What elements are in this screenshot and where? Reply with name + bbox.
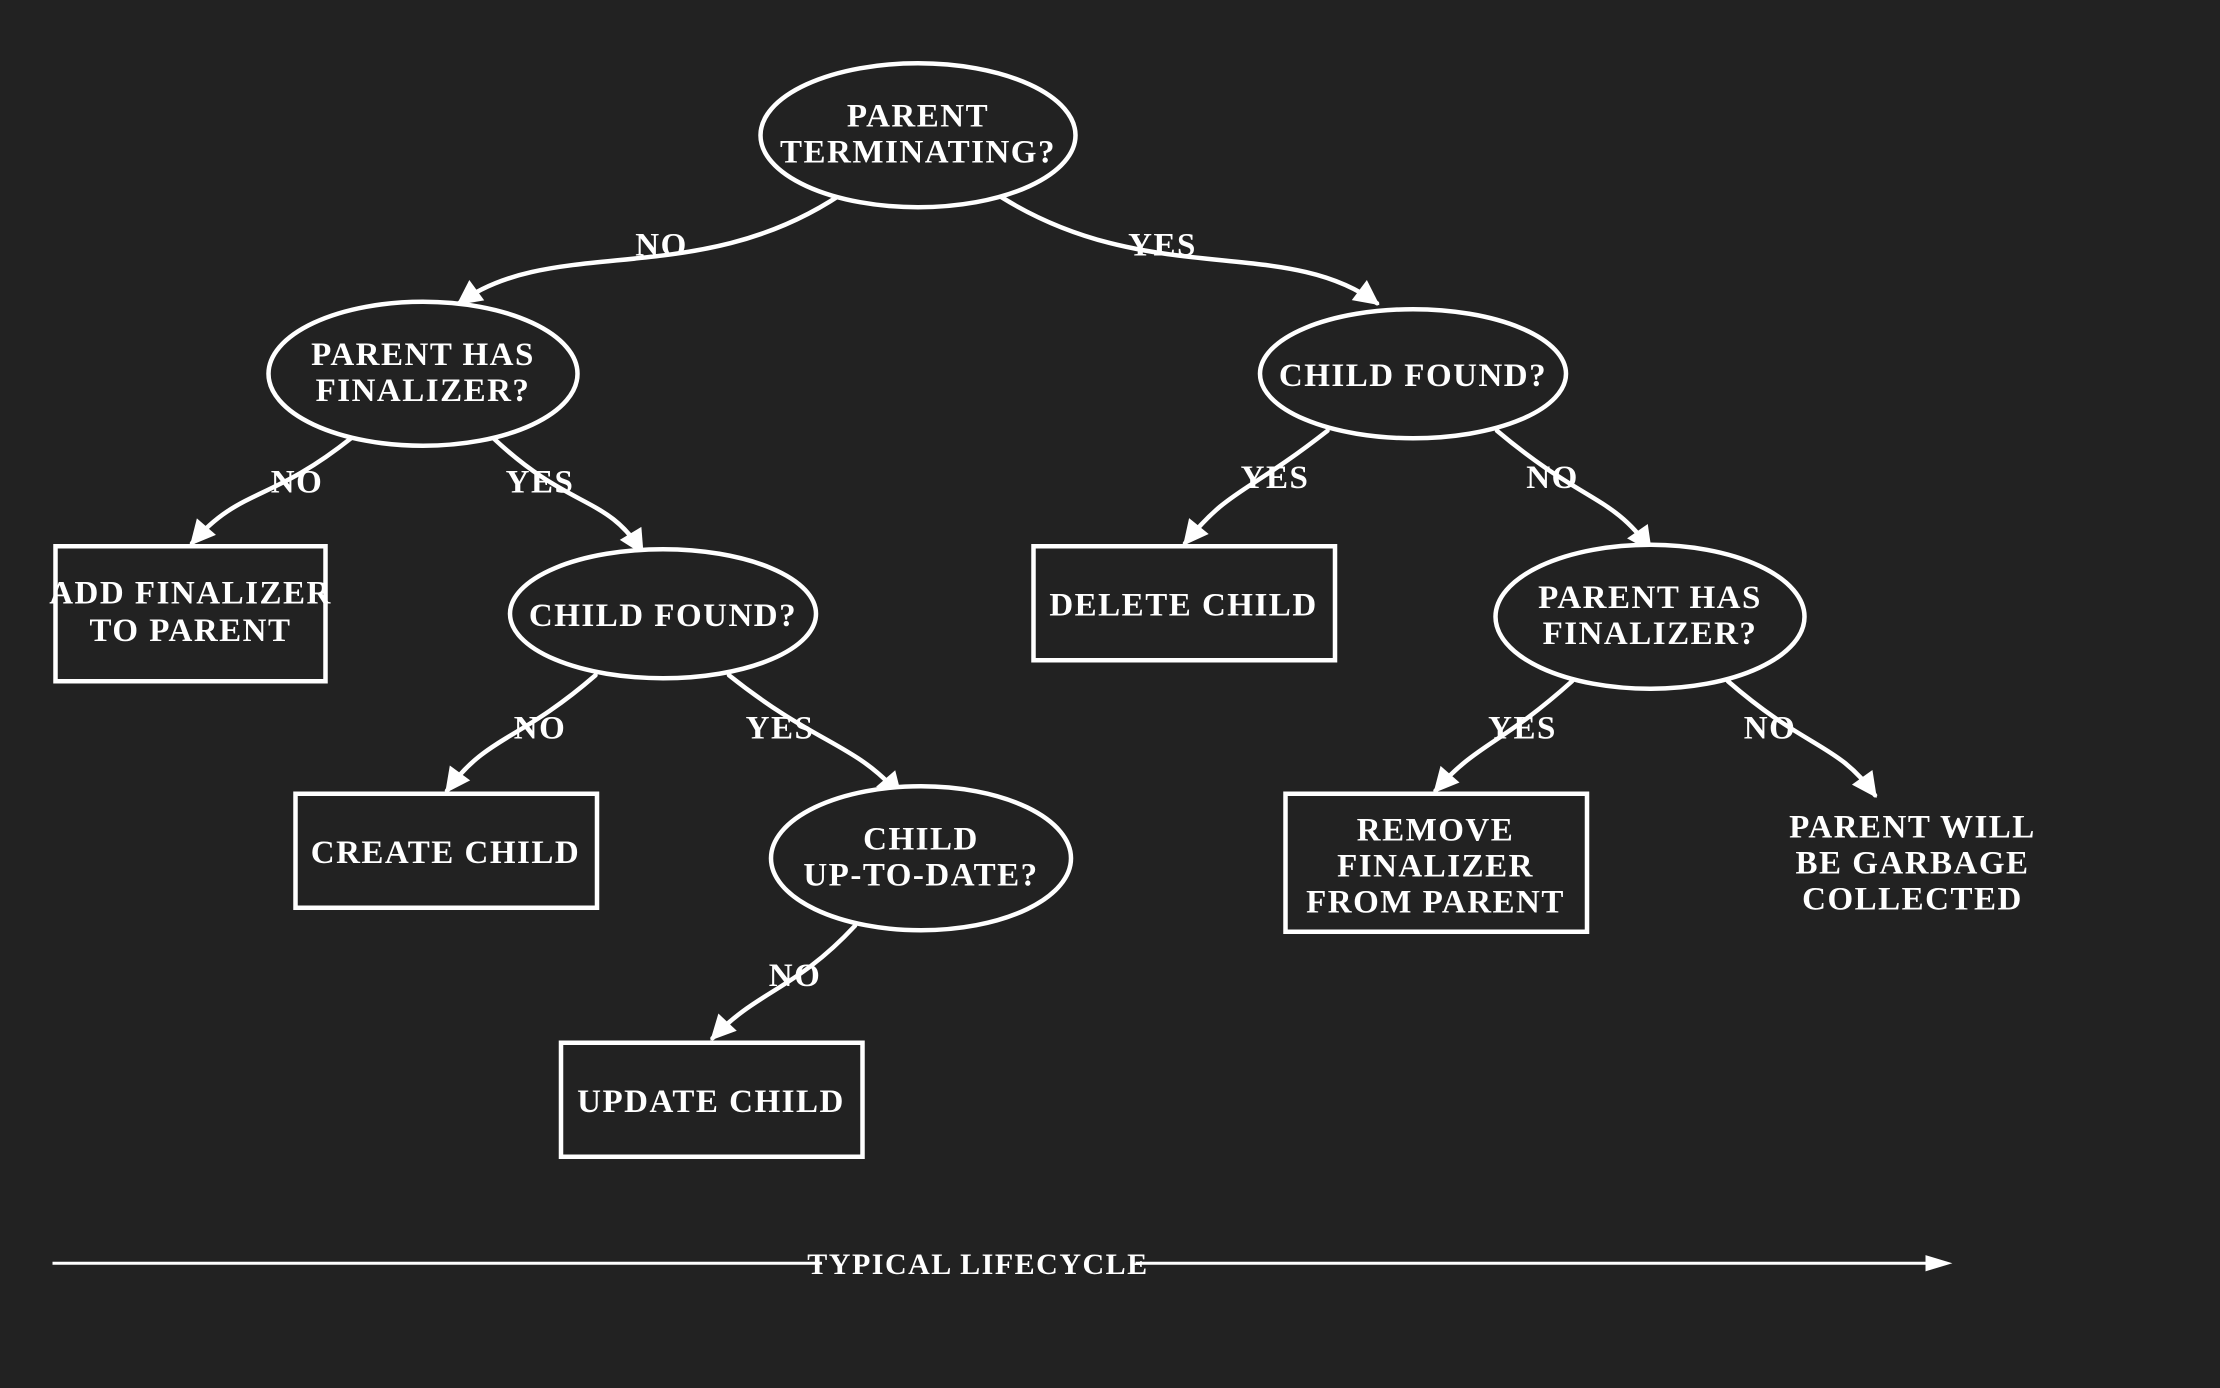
edge-root-left-label: NO — [635, 227, 688, 263]
svg-text:TO PARENT: TO PARENT — [89, 613, 291, 649]
svg-text:DELETE CHILD: DELETE CHILD — [1049, 587, 1317, 623]
edge-rfound-left-label: YES — [1241, 460, 1310, 496]
svg-text:REMOVE: REMOVE — [1357, 812, 1515, 848]
svg-text:PARENT: PARENT — [847, 98, 989, 134]
process-create-child: CREATE CHILD — [296, 794, 598, 908]
decision-parent-has-finalizer-right: PARENT HAS FINALIZER? — [1496, 545, 1805, 689]
edge-rfin-left-label: YES — [1488, 710, 1557, 746]
svg-text:CHILD FOUND?: CHILD FOUND? — [529, 598, 797, 634]
edge-rfound-right-label: NO — [1526, 460, 1579, 496]
lifecycle-flowchart: NO YES NO YES YES NO NO YES YES NO NO PA… — [0, 0, 2220, 1388]
process-remove-finalizer: REMOVE FINALIZER FROM PARENT — [1286, 794, 1588, 932]
edge-lfound-left-label: NO — [514, 710, 567, 746]
svg-text:PARENT WILL: PARENT WILL — [1789, 809, 2036, 845]
svg-text:FINALIZER?: FINALIZER? — [316, 373, 531, 409]
edge-lfin-left-label: NO — [271, 464, 324, 500]
edge-lfin-right-label: YES — [506, 464, 575, 500]
decision-child-found-right: CHILD FOUND? — [1260, 309, 1566, 438]
svg-text:UPDATE CHILD: UPDATE CHILD — [577, 1084, 845, 1120]
edge-lutd-left-label: NO — [769, 958, 822, 994]
edge-root-right-label: YES — [1128, 227, 1197, 263]
decision-root: PARENT TERMINATING? — [761, 63, 1076, 207]
svg-text:FINALIZER: FINALIZER — [1337, 848, 1534, 884]
svg-text:PARENT HAS: PARENT HAS — [311, 337, 535, 373]
svg-text:TYPICAL LIFECYCLE: TYPICAL LIFECYCLE — [807, 1248, 1148, 1281]
svg-text:FROM PARENT: FROM PARENT — [1306, 884, 1565, 920]
svg-text:CREATE CHILD: CREATE CHILD — [311, 835, 581, 871]
svg-text:TERMINATING?: TERMINATING? — [780, 134, 1056, 170]
svg-text:COLLECTED: COLLECTED — [1802, 881, 2023, 917]
svg-text:CHILD: CHILD — [863, 821, 979, 857]
decision-child-found-left: CHILD FOUND? — [510, 549, 816, 678]
svg-text:BE GARBAGE: BE GARBAGE — [1795, 845, 2029, 881]
svg-text:UP-TO-DATE?: UP-TO-DATE? — [803, 857, 1038, 893]
decision-child-up-to-date: CHILD UP-TO-DATE? — [771, 786, 1071, 930]
edge-lfound-right-label: YES — [746, 710, 815, 746]
terminal-garbage-collected: PARENT WILL BE GARBAGE COLLECTED — [1789, 809, 2036, 917]
process-update-child: UPDATE CHILD — [561, 1043, 863, 1157]
process-add-finalizer: ADD FINALIZER TO PARENT — [49, 546, 332, 681]
process-delete-child: DELETE CHILD — [1034, 546, 1336, 660]
footer-lifecycle-arrow: TYPICAL LIFECYCLE — [53, 1248, 1948, 1281]
svg-text:PARENT HAS: PARENT HAS — [1538, 580, 1762, 616]
svg-text:CHILD FOUND?: CHILD FOUND? — [1279, 358, 1547, 394]
decision-parent-has-finalizer-left: PARENT HAS FINALIZER? — [269, 302, 578, 446]
svg-text:FINALIZER?: FINALIZER? — [1543, 616, 1758, 652]
svg-text:ADD FINALIZER: ADD FINALIZER — [49, 575, 332, 611]
edge-rfin-right-label: NO — [1744, 710, 1797, 746]
